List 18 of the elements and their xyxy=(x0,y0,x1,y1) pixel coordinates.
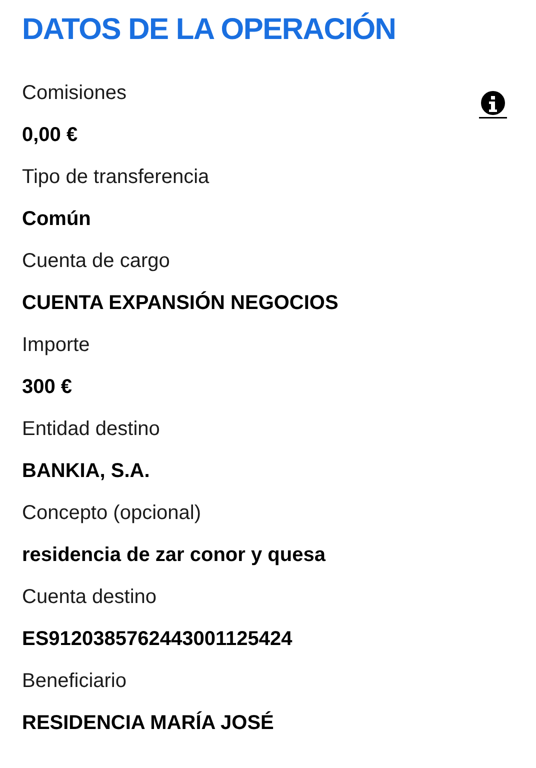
field-value: RESIDENCIA MARÍA JOSÉ xyxy=(22,710,274,736)
field-value: CUENTA EXPANSIÓN NEGOCIOS xyxy=(22,290,338,316)
field-value: Común xyxy=(22,207,91,232)
info-icon[interactable] xyxy=(478,90,508,120)
field-label: Tipo de transferencia xyxy=(22,165,210,190)
field-label: Cuenta destino xyxy=(22,585,157,610)
field-label: Cuenta de cargo xyxy=(22,249,170,274)
field-label: Concepto (opcional) xyxy=(22,501,201,526)
field-value: BANKIA, S.A. xyxy=(22,459,150,484)
field-label: Comisiones xyxy=(22,81,126,106)
field-value: 0,00 € xyxy=(22,123,78,148)
field-value: ES9120385762443001125424 xyxy=(22,627,292,652)
field-label: Beneficiario xyxy=(22,669,127,694)
field-label: Importe xyxy=(22,333,90,358)
section-title: DATOS DE LA OPERACIÓN xyxy=(22,11,397,48)
field-value: residencia de zar conor y quesa xyxy=(22,543,326,568)
field-label: Entidad destino xyxy=(22,417,160,442)
field-value: 300 € xyxy=(22,375,72,400)
